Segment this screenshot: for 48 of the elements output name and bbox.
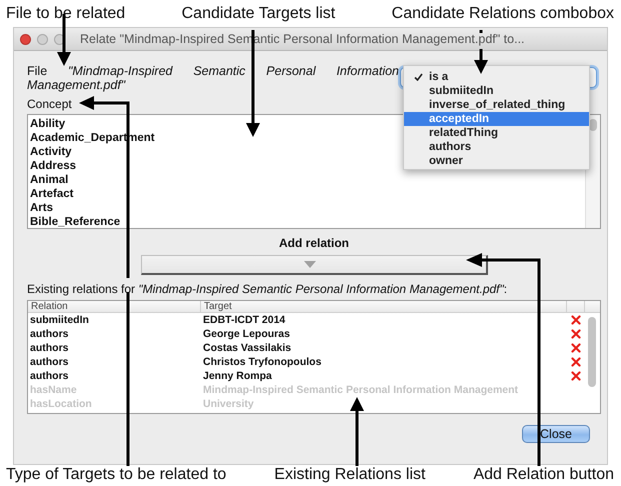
concept-item[interactable]: Ability <box>28 117 66 131</box>
add-relation-button[interactable] <box>141 255 488 275</box>
relation-cell-text: authors <box>29 355 69 369</box>
concept-item[interactable]: Address <box>28 159 76 173</box>
delete-icon[interactable] <box>571 371 581 381</box>
delete-icon[interactable] <box>571 357 581 367</box>
relation-option[interactable]: acceptedIn <box>404 112 589 126</box>
concept-label: Concept <box>27 98 72 111</box>
delete-icon[interactable] <box>571 343 581 353</box>
relation-option[interactable]: submiitedIn <box>404 84 589 98</box>
annotation-label: Type of Targets to be related to <box>6 466 226 484</box>
relation-cell-text: authors <box>29 327 69 341</box>
relation-cell-text: authors <box>29 369 69 383</box>
annotation-label: Candidate Relations combobox <box>392 5 614 23</box>
target-cell-text: Costas Vassilakis <box>202 341 292 355</box>
concept-item[interactable]: Bible_Reference <box>28 215 120 229</box>
concept-item[interactable]: Arts <box>28 201 54 215</box>
relation-option[interactable]: relatedThing <box>404 126 589 140</box>
relation-option[interactable]: authors <box>404 140 589 154</box>
relation-option[interactable]: owner <box>404 154 589 168</box>
target-cell-text: Christos Tryfonopoulos <box>202 355 322 369</box>
delete-icon[interactable] <box>571 329 581 339</box>
annotation-arrow <box>350 397 364 466</box>
annotation-label: Candidate Targets list <box>182 5 336 23</box>
close-button[interactable]: Close <box>522 425 590 443</box>
relation-option[interactable]: is a <box>404 70 589 84</box>
file-name-label: File "Mindmap-Inspired Semantic Personal Information Management.pdf" <box>27 64 399 92</box>
target-cell-text: EDBT-ICDT 2014 <box>202 313 286 327</box>
target-cell-text: Mindmap-Inspired Semantic Personal Information Management <box>202 383 518 397</box>
concept-item[interactable]: Artefact <box>28 187 74 201</box>
relation-cell-text: hasName <box>29 383 77 397</box>
relation-option[interactable]: inverse_of_related_thing <box>404 98 589 112</box>
delete-icon[interactable] <box>571 315 581 325</box>
concept-item[interactable]: Animal <box>28 173 68 187</box>
target-cell-text: George Lepouras <box>202 327 290 341</box>
annotation-label: Existing Relations list <box>274 466 426 484</box>
column-header[interactable]: Target <box>201 301 567 312</box>
relation-cell-text: submiitedIn <box>29 313 89 327</box>
annotation-label: Add Relation button <box>473 466 614 484</box>
down-triangle-icon <box>304 261 316 268</box>
concept-item[interactable]: Activity <box>28 145 72 159</box>
target-cell-text: University <box>202 397 254 411</box>
relation-cell-text: authors <box>29 341 69 355</box>
target-cell-text: Jenny Rompa <box>202 369 272 383</box>
add-relation-label: Add relation <box>278 236 349 250</box>
close-window-button[interactable] <box>20 34 31 44</box>
relation-cell-text: hasLocation <box>29 397 92 411</box>
column-header[interactable]: Relation <box>28 301 201 312</box>
